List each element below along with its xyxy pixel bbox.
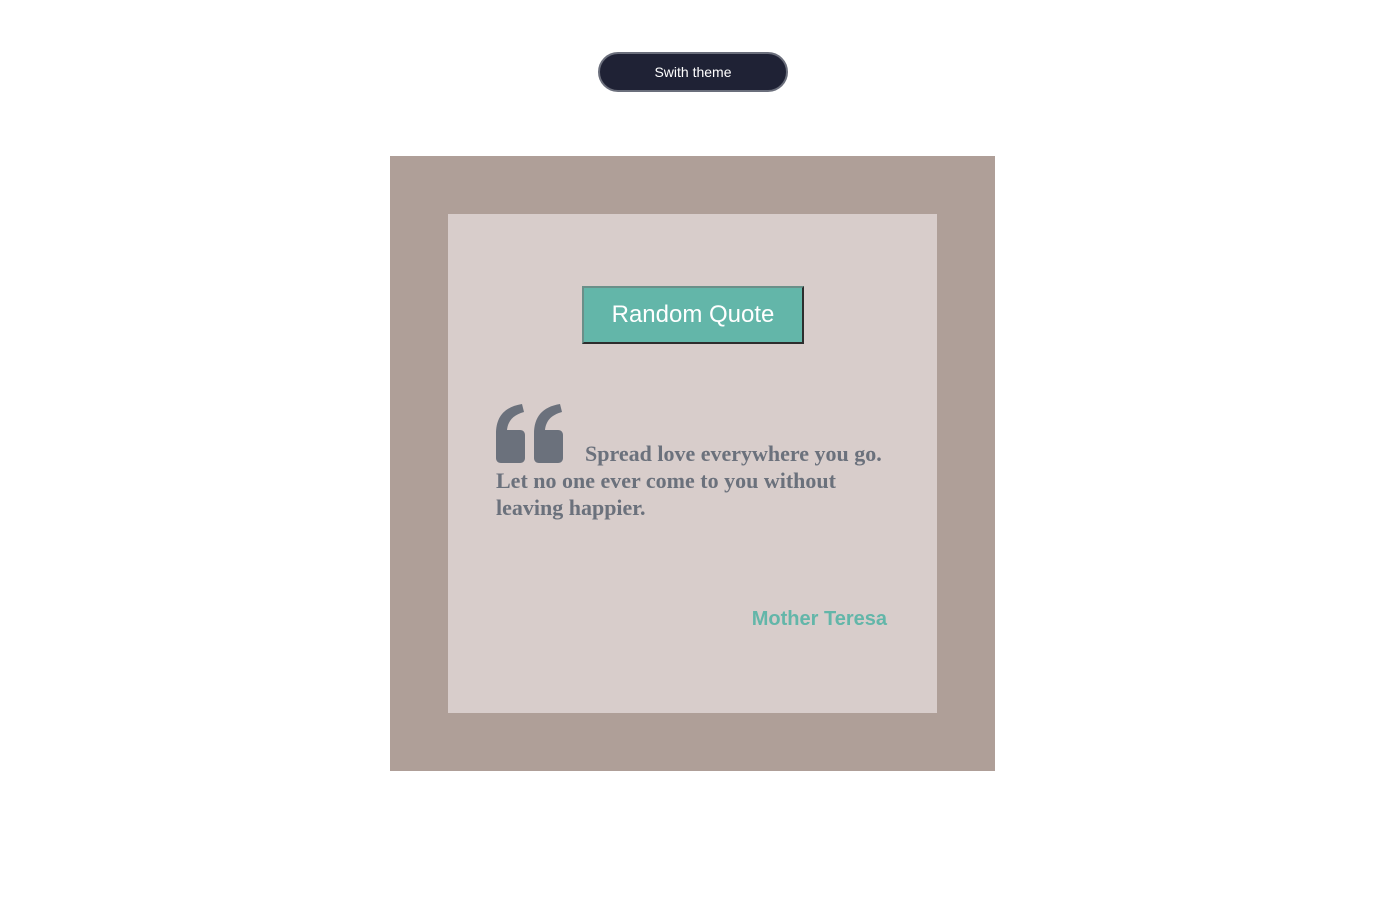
random-quote-button[interactable]: Random Quote bbox=[582, 286, 804, 344]
quote-author: Mother Teresa bbox=[751, 608, 887, 630]
quote-left-icon bbox=[496, 404, 563, 463]
quote-block: Spread love everywhere you go. Let no on… bbox=[496, 404, 896, 521]
quote-frame: Random Quote Spread love everywhere you … bbox=[390, 156, 995, 771]
quote-card: Random Quote Spread love everywhere you … bbox=[448, 214, 937, 713]
switch-theme-button[interactable]: Swith theme bbox=[598, 52, 788, 92]
